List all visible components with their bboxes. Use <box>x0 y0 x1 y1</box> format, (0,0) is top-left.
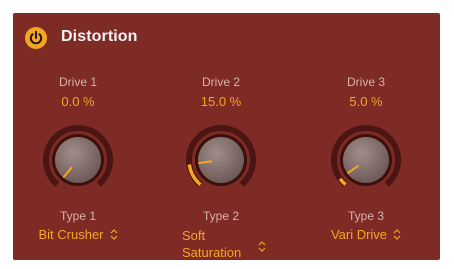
drive-3-label: Drive 3 <box>346 75 385 89</box>
type-2-label: Type 2 <box>202 209 240 223</box>
type-1-select[interactable]: Bit Crusher <box>13 227 143 243</box>
type-3-value: Vari Drive <box>330 227 388 242</box>
drive-3-knob[interactable] <box>328 122 404 198</box>
knob-body <box>198 137 244 183</box>
drive-1-value: 0.0 % <box>61 94 95 109</box>
drive-3-value: 5.0 % <box>349 94 383 109</box>
knob-body <box>343 137 389 183</box>
updown-chevron-icon <box>258 239 266 256</box>
type-2-select[interactable]: Soft Saturation <box>182 227 282 261</box>
updown-chevron-icon <box>110 228 118 243</box>
drive-2-knob[interactable] <box>183 122 259 198</box>
stage-3: Drive 3 5.0 % Type 3 Vari Drive <box>301 13 431 260</box>
type-1-value: Bit Crusher <box>38 227 104 242</box>
knob-body <box>55 137 101 183</box>
type-3-select[interactable]: Vari Drive <box>301 227 431 243</box>
drive-2-value: 15.0 % <box>200 94 242 109</box>
drive-2-label: Drive 2 <box>201 75 240 89</box>
drive-1-label: Drive 1 <box>58 75 97 89</box>
type-3-label: Type 3 <box>347 209 385 223</box>
distortion-panel: Distortion Drive 1 0.0 % Type 1 Bit Crus… <box>13 13 440 260</box>
drive-1-knob[interactable] <box>40 122 116 198</box>
stage-2: Drive 2 15.0 % Type 2 Soft Saturation <box>156 13 286 260</box>
type-1-label: Type 1 <box>59 209 97 223</box>
type-2-value: Soft Saturation <box>182 228 242 260</box>
stage-1: Drive 1 0.0 % Type 1 Bit Crusher <box>13 13 143 260</box>
updown-chevron-icon <box>393 228 401 243</box>
